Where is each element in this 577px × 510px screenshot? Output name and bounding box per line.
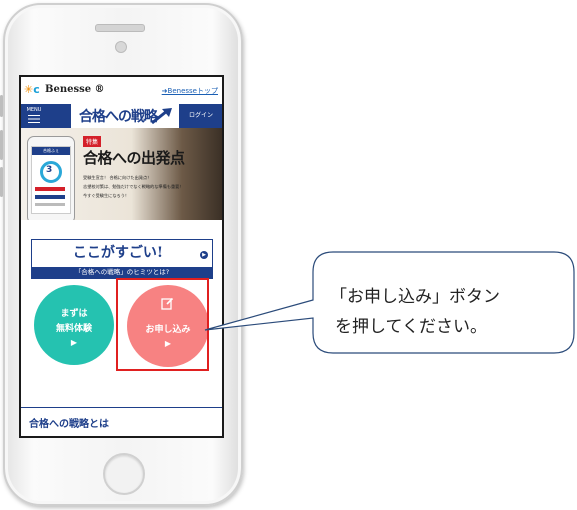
callout-text-line2: を押してください。 [335, 317, 487, 337]
callout-balloon [204, 251, 575, 354]
callout-text-line1: 「お申し込み」ボタン [330, 287, 500, 307]
